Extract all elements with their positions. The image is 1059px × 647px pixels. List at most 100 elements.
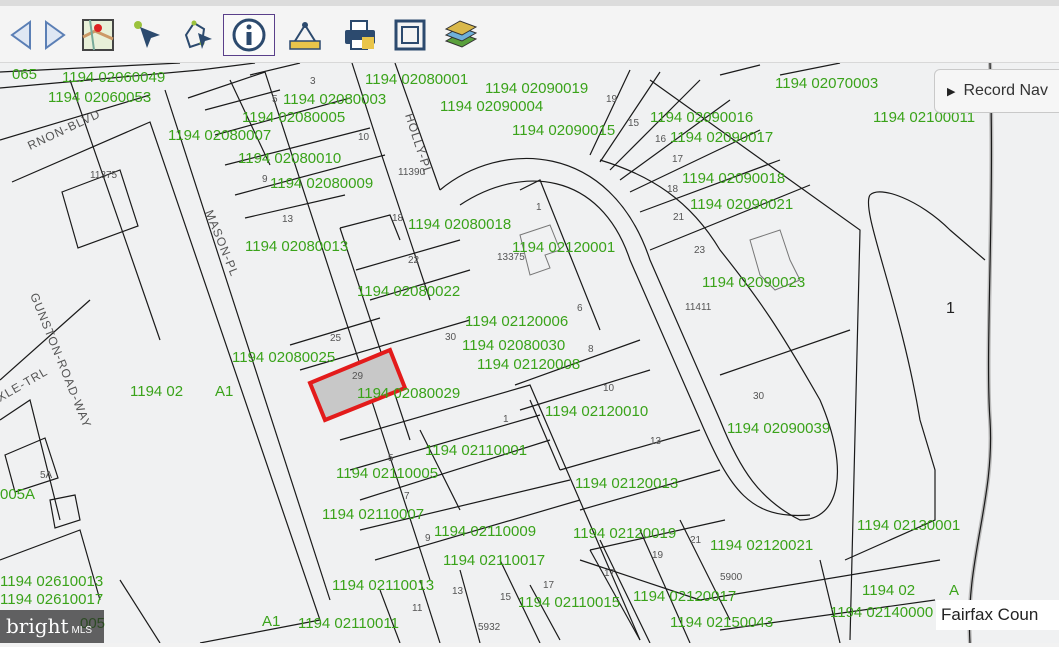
parcel-label: 1194 02080030 — [462, 337, 565, 354]
parcel-label: 1194 02 — [130, 383, 183, 400]
lot-number: 19 — [652, 550, 664, 561]
lot-number: 5932 — [478, 622, 501, 633]
lot-number: 8 — [588, 344, 594, 355]
parcel-map[interactable]: 1194 02060049 1194 02060053 1194 02080001 1… — [0, 63, 1059, 643]
print-icon[interactable] — [340, 15, 380, 55]
parcel-label: 1194 02120010 — [545, 403, 648, 420]
parcel-label: 1194 02080013 — [245, 238, 348, 255]
record-navigation-toggle[interactable]: ▶ Record Nav — [934, 69, 1059, 113]
parcel-label: 1194 02110015 — [518, 594, 620, 611]
map-toolbar — [0, 6, 1059, 63]
lot-number: 7 — [404, 491, 410, 502]
logo-text: bright — [6, 614, 69, 638]
parcel-label: 1194 02090019 — [485, 80, 588, 97]
lot-number: 5 — [272, 94, 278, 105]
parcel-label: 065 — [12, 66, 37, 83]
select-polygon-icon[interactable] — [178, 15, 218, 55]
parcel-label: 1194 02080010 — [238, 150, 341, 167]
lot-number: 13375 — [497, 252, 525, 263]
lot-number: 21 — [673, 212, 685, 223]
parcel-label: 1194 02120001 — [512, 239, 615, 256]
lot-number: 19 — [606, 94, 618, 105]
street-label: RNON-BLVD — [25, 107, 102, 153]
parcel-label: 1194 02 — [862, 582, 915, 599]
select-pointer-icon[interactable] — [128, 15, 168, 55]
parcel-label: 1194 02120021 — [710, 537, 813, 554]
caret-right-icon: ▶ — [947, 85, 956, 98]
lot-number: 17 — [672, 154, 684, 165]
parcel-label: 1194 02140000 — [830, 604, 933, 621]
parcel-label: 1194 02060053 — [48, 89, 151, 106]
lot-number: 15 — [628, 118, 640, 129]
lot-number: 13 — [650, 436, 662, 447]
parcel-label: 1194 02080022 — [357, 283, 460, 300]
parcel-label: 1194 02110009 — [434, 523, 536, 540]
parcel-label: 1194 02080009 — [270, 175, 373, 192]
street-label: MASON-PL — [202, 208, 241, 279]
parcel-label: 1194 02610013 — [0, 573, 103, 590]
parcel-label: 1194 02110017 — [443, 552, 545, 569]
layers-icon[interactable] — [440, 15, 480, 55]
parcel-label: 1194 02090004 — [440, 98, 543, 115]
parcel-label: 1194 02120008 — [477, 356, 580, 373]
lot-number: 30 — [753, 391, 765, 402]
lot-number: 23 — [694, 245, 706, 256]
lot-number: 1 — [536, 202, 542, 213]
parcel-label: 1194 02090018 — [682, 170, 785, 187]
lot-number: 21 — [690, 535, 702, 546]
lot-number: 10 — [358, 132, 370, 143]
forward-arrow-icon[interactable] — [34, 15, 74, 55]
parcel-label: 1194 02090016 — [650, 109, 753, 126]
parcel-label: 1194 02120019 — [573, 525, 676, 542]
parcel-label: 1194 02090039 — [727, 420, 830, 437]
lot-number: 22 — [408, 255, 420, 266]
lot-number: 5 — [388, 453, 394, 464]
parcel-label: 1194 02080001 — [365, 71, 468, 88]
bright-mls-logo: bright MLS — [0, 610, 104, 643]
street-label: XLE-TRL — [0, 364, 50, 404]
parcel-label: 1194 02120013 — [575, 475, 678, 492]
lot-number: 13 — [452, 586, 464, 597]
map-locate-icon[interactable] — [78, 15, 118, 55]
lot-number: 17 — [604, 568, 616, 579]
full-extent-icon[interactable] — [390, 15, 430, 55]
lot-number: 25 — [330, 333, 342, 344]
parcel-label: 1194 02610017 — [0, 591, 103, 608]
lot-number: 18 — [667, 184, 679, 195]
parcel-label: A1 — [215, 383, 233, 400]
parcel-label: 1194 02080007 — [168, 127, 271, 144]
parcel-label: 1194 02080005 — [242, 109, 345, 126]
record-nav-label: Record Nav — [963, 82, 1048, 99]
street-label: GUNSTON-ROAD-WAY — [27, 291, 94, 430]
lot-number: 30 — [445, 332, 457, 343]
lot-number: 9 — [262, 174, 268, 185]
lot-number: 10 — [603, 383, 615, 394]
lot-number: 11 — [412, 603, 423, 614]
parcel-label: 1194 02080003 — [283, 91, 386, 108]
parcel-label: 1194 02110013 — [332, 577, 434, 594]
parcel-label: 1194 02110011 — [298, 615, 399, 632]
measure-icon[interactable] — [285, 15, 325, 55]
lot-number: 17 — [543, 580, 555, 591]
parcel-label: 1194 02090015 — [512, 122, 615, 139]
lot-number: 3 — [310, 76, 316, 87]
lot-number: 5900 — [720, 572, 743, 583]
lot-number: 9 — [425, 533, 431, 544]
parcel-label: 1194 02130001 — [857, 517, 960, 534]
parcel-label: 005A — [0, 486, 35, 503]
lot-number: 1 — [503, 414, 509, 425]
parcel-label: 1194 02110005 — [336, 465, 438, 482]
parcel-label: 1194 02060049 — [62, 69, 165, 86]
parcel-label: 1194 02120017 — [633, 588, 736, 605]
parcel-label: 1194 02080029 — [357, 385, 460, 402]
parcel-label: 1194 02080025 — [232, 349, 335, 366]
lot-number: 13 — [282, 214, 294, 225]
map-canvas: 1194 02060049 1194 02060053 1194 02080001 1… — [0, 63, 994, 643]
parcel-label: 1194 02110001 — [425, 442, 527, 459]
parcel-label: 1194 02090021 — [690, 196, 793, 213]
parcel-label: 1194 02080018 — [408, 216, 511, 233]
lot-number: 1 — [946, 300, 955, 317]
parcel-label: 1194 02150043 — [670, 614, 773, 631]
parcel-label: 1194 02090017 — [670, 129, 773, 146]
identify-info-icon[interactable] — [223, 14, 275, 56]
